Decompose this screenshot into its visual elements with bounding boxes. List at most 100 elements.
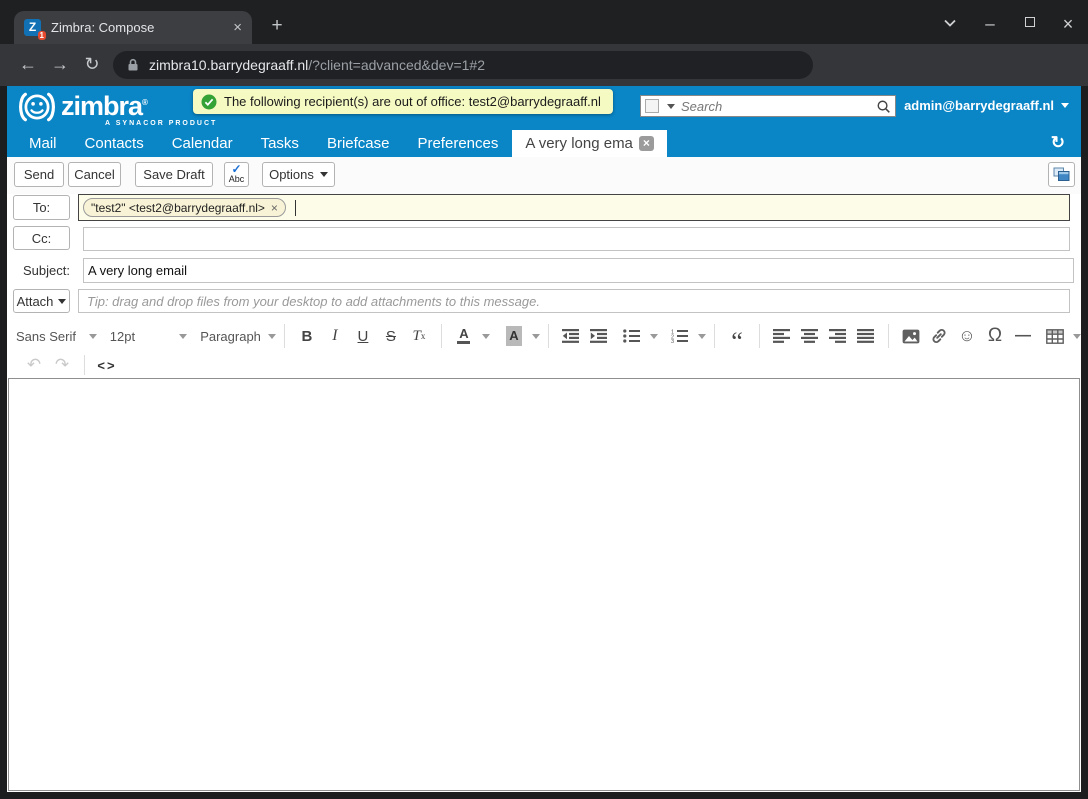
numbered-list-chevron-icon[interactable] [698,334,706,339]
options-button[interactable]: Options [262,162,335,187]
source-code-button[interactable]: <> [93,352,121,378]
highlight-color-chevron-icon[interactable] [532,334,540,339]
strikethrough-button[interactable]: S [377,323,405,349]
tab-close-icon[interactable]: × [233,19,242,36]
search-magnifier-icon[interactable] [876,99,891,114]
subject-input[interactable] [88,263,1069,278]
special-character-button[interactable]: Ω [981,323,1009,349]
logo-tagline: A SYNACOR PRODUCT [105,120,217,127]
recipient-chip[interactable]: "test2" <test2@barrydegraaff.nl> × [83,198,286,217]
cancel-button[interactable]: Cancel [68,162,121,187]
message-body-editor[interactable] [8,378,1080,791]
numbered-list-button[interactable]: 1 2 3 [666,323,694,349]
browser-back-button[interactable]: ← [15,44,41,86]
detach-windows-icon [1053,167,1070,182]
chevron-down-icon [179,334,187,339]
underline-button[interactable]: U [349,323,377,349]
chevron-down-icon [89,334,97,339]
undo-button[interactable]: ↶ [20,352,48,378]
svg-text:3: 3 [671,339,674,343]
paragraph-style-select[interactable]: Paragraph [200,329,276,344]
send-button[interactable]: Send [14,162,64,187]
window-maximize-button[interactable] [1020,14,1040,27]
toast-message: The following recipient(s) are out of of… [224,94,601,109]
bold-button[interactable]: B [293,323,321,349]
window-minimize-button[interactable]: – [980,14,1000,34]
out-of-office-toast: The following recipient(s) are out of of… [193,89,613,114]
to-button[interactable]: To: [13,195,70,220]
success-check-icon [201,94,217,110]
zimbra-logo-icon [15,89,59,125]
account-menu[interactable]: admin@barrydegraaff.nl [904,98,1069,113]
highlight-color-button[interactable]: A [500,323,528,349]
align-center-button[interactable] [796,323,824,349]
tab-search-chevron-icon[interactable] [940,14,960,31]
recipient-chip-remove-icon[interactable]: × [271,201,278,215]
zimbra-logo: zimbra® A SYNACOR PRODUCT [15,89,217,127]
compose-tab-label: A very long ema [525,135,633,152]
align-justify-button[interactable] [852,323,880,349]
font-size-select[interactable]: 12pt [110,329,187,344]
compose-tab-close-icon[interactable]: × [639,136,654,151]
address-bar[interactable]: zimbra10.barrydegraaff.nl/?client=advanc… [113,51,813,79]
save-draft-button[interactable]: Save Draft [135,162,213,187]
search-type-chevron-icon[interactable] [667,104,675,109]
tab-contacts[interactable]: Contacts [71,130,158,157]
clear-formatting-button[interactable]: Tx [405,323,433,349]
table-chevron-icon[interactable] [1073,334,1081,339]
format-toolbar: Sans Serif 12pt Paragraph B I U S Tx A [7,320,1081,352]
outdent-button[interactable] [557,323,585,349]
account-name: admin@barrydegraaff.nl [904,98,1054,113]
tab-tasks[interactable]: Tasks [247,130,313,157]
insert-image-button[interactable] [897,323,925,349]
cc-button[interactable]: Cc: [13,226,70,250]
window-close-button[interactable]: × [1058,14,1078,35]
spell-check-icon: ✓ [231,165,241,174]
search-type-icon[interactable] [645,99,659,113]
tab-mail[interactable]: Mail [15,130,71,157]
align-right-button[interactable] [824,323,852,349]
browser-forward-button[interactable]: → [47,44,73,86]
lock-icon [127,58,139,72]
font-family-select[interactable]: Sans Serif [16,329,97,344]
italic-button[interactable]: I [321,323,349,349]
bullet-list-chevron-icon[interactable] [650,334,658,339]
search-bar[interactable] [640,95,896,117]
font-color-button[interactable]: A [450,323,478,349]
horizontal-rule-button[interactable]: — [1009,323,1037,349]
spell-check-button[interactable]: ✓ Abc [224,162,249,187]
tab-compose-active[interactable]: A very long ema × [512,130,667,157]
insert-table-button[interactable] [1041,323,1069,349]
page-viewport: zimbra® A SYNACOR PRODUCT admin@barrydeg… [7,86,1081,792]
format-toolbar-row2: ↶ ↷ <> [7,352,1081,378]
browser-reload-button[interactable]: ↻ [79,44,105,86]
redo-button[interactable]: ↷ [48,352,76,378]
attach-button[interactable]: Attach [13,289,70,313]
detach-compose-button[interactable] [1048,162,1075,187]
bullet-list-button[interactable] [618,323,646,349]
favicon-notification-badge: 1 [38,31,46,40]
account-chevron-icon [1061,103,1069,108]
tab-preferences[interactable]: Preferences [403,130,512,157]
browser-toolbar: ← → ↻ zimbra10.barrydegraaff.nl/?client=… [0,44,1088,86]
options-chevron-icon [320,172,328,177]
chevron-down-icon [268,334,276,339]
compose-toolbar: Send Cancel Save Draft ✓ Abc Options [7,157,1081,194]
browser-tab[interactable]: Z 1 Zimbra: Compose × [14,11,252,44]
new-tab-button[interactable]: + [264,13,290,39]
tab-briefcase[interactable]: Briefcase [313,130,404,157]
attachment-drop-zone[interactable]: Tip: drag and drop files from your deskt… [78,289,1070,313]
blockquote-button[interactable]: “ [723,323,751,349]
url-host: zimbra10.barrydegraaff.nl [149,57,308,73]
tab-calendar[interactable]: Calendar [158,130,247,157]
search-input[interactable] [681,99,876,114]
insert-link-button[interactable] [925,323,953,349]
recipient-chip-label: "test2" <test2@barrydegraaff.nl> [91,201,265,215]
indent-button[interactable] [585,323,613,349]
cc-field[interactable] [83,227,1070,251]
refresh-icon[interactable]: ↻ [1051,133,1065,153]
align-left-button[interactable] [768,323,796,349]
font-color-chevron-icon[interactable] [482,334,490,339]
insert-emoji-button[interactable]: ☺ [953,323,981,349]
to-field[interactable]: "test2" <test2@barrydegraaff.nl> × [78,194,1070,221]
